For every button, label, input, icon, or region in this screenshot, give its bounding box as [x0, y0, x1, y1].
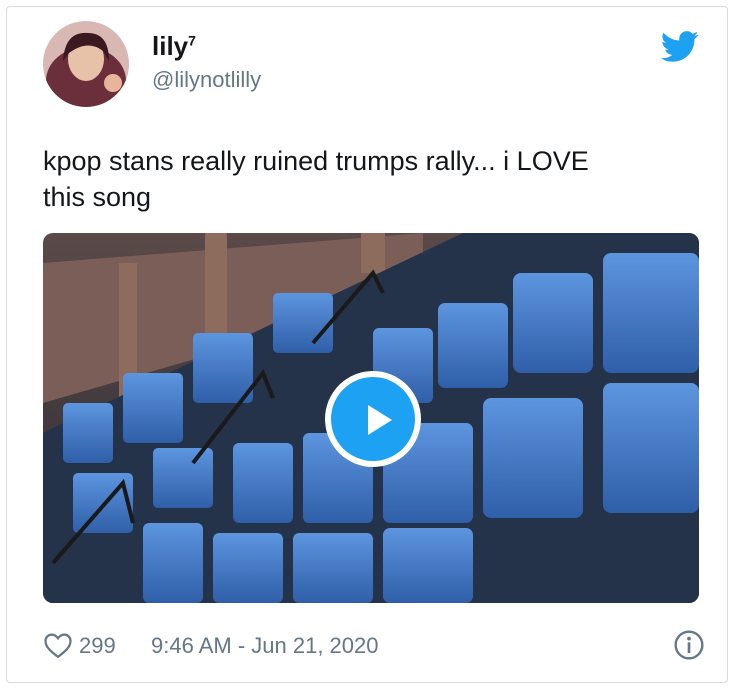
display-name-text[interactable]: lily [152, 31, 188, 61]
like-count[interactable]: 299 [79, 633, 116, 659]
info-icon[interactable] [673, 629, 705, 661]
play-button[interactable] [325, 371, 421, 467]
tweet-text-line-2: this song [43, 182, 152, 212]
play-icon[interactable] [331, 377, 415, 461]
tweet-card: lily7 @lilynotlilly kpop stans really ru… [6, 6, 728, 683]
avatar[interactable] [43, 21, 129, 107]
user-handle[interactable]: @lilynotlilly [152, 67, 261, 93]
name-superscript: 7 [188, 32, 196, 49]
tweet-timestamp[interactable]: 9:46 AM - Jun 21, 2020 [151, 633, 379, 659]
tweet-text: kpop stans really ruined trumps rally...… [43, 143, 703, 215]
twitter-bird-icon[interactable] [661, 31, 699, 63]
tweet-text-line-1: kpop stans really ruined trumps rally...… [43, 146, 589, 176]
heart-icon[interactable] [43, 631, 73, 659]
display-name[interactable]: lily7 [152, 31, 196, 62]
tweet-footer: 299 9:46 AM - Jun 21, 2020 [43, 629, 705, 663]
